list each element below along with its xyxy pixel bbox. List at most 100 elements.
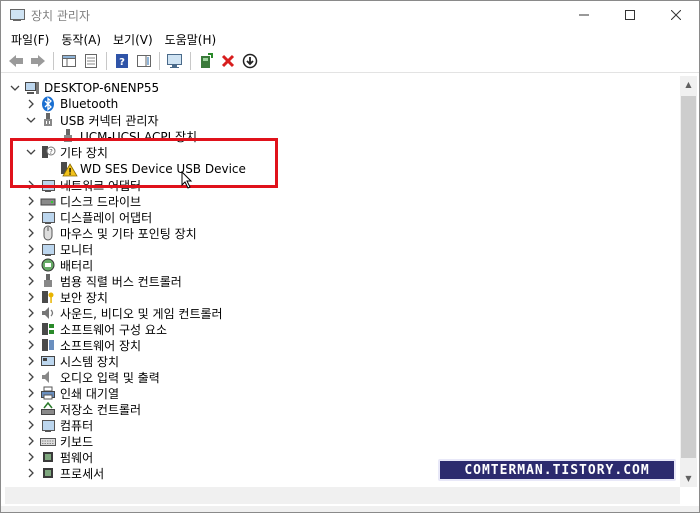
toolbar: ? (1, 49, 699, 73)
horizontal-scrollbar[interactable] (5, 487, 680, 504)
software-icon (40, 321, 56, 337)
processor-icon (40, 465, 56, 481)
tree-item-software-components[interactable]: 소프트웨어 구성 요소 (25, 321, 167, 337)
chevron-right-icon[interactable] (25, 467, 37, 479)
chevron-right-icon[interactable] (25, 419, 37, 431)
tree-item-other-devices[interactable]: ? 기타 장치 (25, 144, 108, 160)
menu-help[interactable]: 도움말(H) (159, 31, 223, 48)
uninstall-button[interactable] (217, 51, 239, 71)
tree-item-mice[interactable]: 마우스 및 기타 포인팅 장치 (25, 225, 197, 241)
battery-icon (40, 257, 56, 273)
chevron-right-icon[interactable] (25, 98, 37, 110)
display-icon (40, 209, 56, 225)
chevron-down-icon[interactable] (9, 82, 21, 94)
tree-item-label: 기타 장치 (60, 145, 108, 160)
menu-bar: 파일(F) 동작(A) 보기(V) 도움말(H) (1, 29, 222, 49)
help-icon: ? (116, 53, 128, 68)
tree-item-firmware[interactable]: 펌웨어 (25, 449, 93, 465)
tree-item-monitors[interactable]: 모니터 (25, 241, 93, 257)
maximize-button[interactable] (607, 1, 653, 29)
tree-item-label: USB 커넥터 관리자 (60, 113, 159, 128)
show-hide-tree-button[interactable] (58, 51, 80, 71)
chevron-right-icon[interactable] (25, 451, 37, 463)
chevron-right-icon[interactable] (25, 387, 37, 399)
add-driver-icon (201, 52, 213, 68)
add-driver-button[interactable] (195, 51, 217, 71)
chevron-right-icon[interactable] (25, 323, 37, 335)
tree-item-computer[interactable]: 컴퓨터 (25, 417, 93, 433)
disk-icon (40, 193, 56, 209)
menu-action[interactable]: 동작(A) (55, 31, 107, 48)
bluetooth-icon (40, 96, 56, 112)
printer-icon (40, 385, 56, 401)
back-button[interactable] (5, 51, 27, 71)
minimize-icon (579, 14, 589, 16)
chevron-right-icon[interactable] (25, 243, 37, 255)
tree-item-label: WD SES Device USB Device (80, 162, 246, 176)
menu-file[interactable]: 파일(F) (5, 31, 55, 48)
chevron-right-icon[interactable] (25, 339, 37, 351)
scroll-up-icon[interactable]: ▲ (680, 76, 697, 93)
chevron-right-icon[interactable] (25, 195, 37, 207)
tree-item-bluetooth[interactable]: Bluetooth (25, 96, 118, 112)
scrollbar-thumb[interactable] (681, 96, 696, 458)
tree-item-security-devices[interactable]: 보안 장치 (25, 289, 108, 305)
update-driver-button[interactable] (239, 51, 261, 71)
tree-item-audio-io[interactable]: 오디오 입력 및 출력 (25, 369, 160, 385)
scan-hardware-button[interactable] (164, 51, 186, 71)
usb-icon (60, 128, 76, 144)
tree-item-ucm-ucsi[interactable]: UCM-UCSI ACPI 장치 (57, 128, 197, 144)
tree-item-wd-ses-device[interactable]: WD SES Device USB Device (57, 161, 246, 177)
chevron-right-icon[interactable] (25, 211, 37, 223)
tree-item-label: 모니터 (60, 242, 94, 257)
storage-icon (40, 401, 56, 417)
properties-button[interactable] (80, 51, 102, 71)
monitor-icon (167, 53, 182, 68)
chevron-right-icon[interactable] (25, 227, 37, 239)
chevron-right-icon[interactable] (25, 371, 37, 383)
chevron-right-icon[interactable] (25, 259, 37, 271)
tree-item-usb-controllers[interactable]: 범용 직렬 버스 컨트롤러 (25, 273, 182, 289)
tree-item-display-adapters[interactable]: 디스플레이 어댑터 (25, 209, 152, 225)
mouse-cursor-icon (181, 171, 193, 189)
menu-view[interactable]: 보기(V) (107, 31, 159, 48)
device-tree[interactable]: DESKTOP-6NENP55 Bluetooth USB 커넥터 관리자 UC… (5, 76, 680, 486)
tree-item-storage-controllers[interactable]: 저장소 컨트롤러 (25, 401, 141, 417)
device-manager-icon (9, 7, 25, 23)
vertical-scrollbar[interactable]: ▲ ▼ (680, 76, 697, 487)
chevron-right-icon[interactable] (25, 355, 37, 367)
close-icon (671, 10, 681, 20)
chevron-right-icon[interactable] (25, 179, 37, 191)
help-button[interactable]: ? (111, 51, 133, 71)
svg-text:?: ? (49, 148, 53, 156)
usb-icon (40, 112, 56, 128)
tree-item-label: Bluetooth (60, 97, 119, 111)
forward-button[interactable] (27, 51, 49, 71)
tree-item-usb-connector-manager[interactable]: USB 커넥터 관리자 (25, 112, 159, 128)
chevron-right-icon[interactable] (25, 275, 37, 287)
tree-item-keyboards[interactable]: 키보드 (25, 433, 93, 449)
chevron-right-icon[interactable] (25, 435, 37, 447)
chevron-down-icon[interactable] (25, 114, 37, 126)
tree-item-software-devices[interactable]: 소프트웨어 장치 (25, 337, 141, 353)
tree-item-network-adapters[interactable]: 네트워크 어댑터 (25, 177, 141, 193)
chevron-right-icon[interactable] (25, 307, 37, 319)
close-button[interactable] (653, 1, 699, 29)
tree-item-disk-drives[interactable]: 디스크 드라이브 (25, 193, 141, 209)
tree-item-system-devices[interactable]: 시스템 장치 (25, 353, 119, 369)
tree-root[interactable]: DESKTOP-6NENP55 (9, 80, 159, 96)
warning-device-icon (60, 161, 78, 177)
tree-item-batteries[interactable]: 배터리 (25, 257, 93, 273)
sound-icon (40, 305, 56, 321)
chevron-right-icon[interactable] (25, 403, 37, 415)
minimize-button[interactable] (561, 1, 607, 29)
chevron-right-icon[interactable] (25, 291, 37, 303)
network-icon (40, 177, 56, 193)
tree-item-label: 소프트웨어 장치 (60, 338, 142, 353)
tree-item-processors[interactable]: 프로세서 (25, 465, 104, 481)
scroll-down-icon[interactable]: ▼ (680, 470, 697, 487)
action-pane-button[interactable] (133, 51, 155, 71)
chevron-down-icon[interactable] (25, 146, 37, 158)
tree-item-print-queues[interactable]: 인쇄 대기열 (25, 385, 119, 401)
tree-item-sound-video-game[interactable]: 사운드, 비디오 및 게임 컨트롤러 (25, 305, 223, 321)
